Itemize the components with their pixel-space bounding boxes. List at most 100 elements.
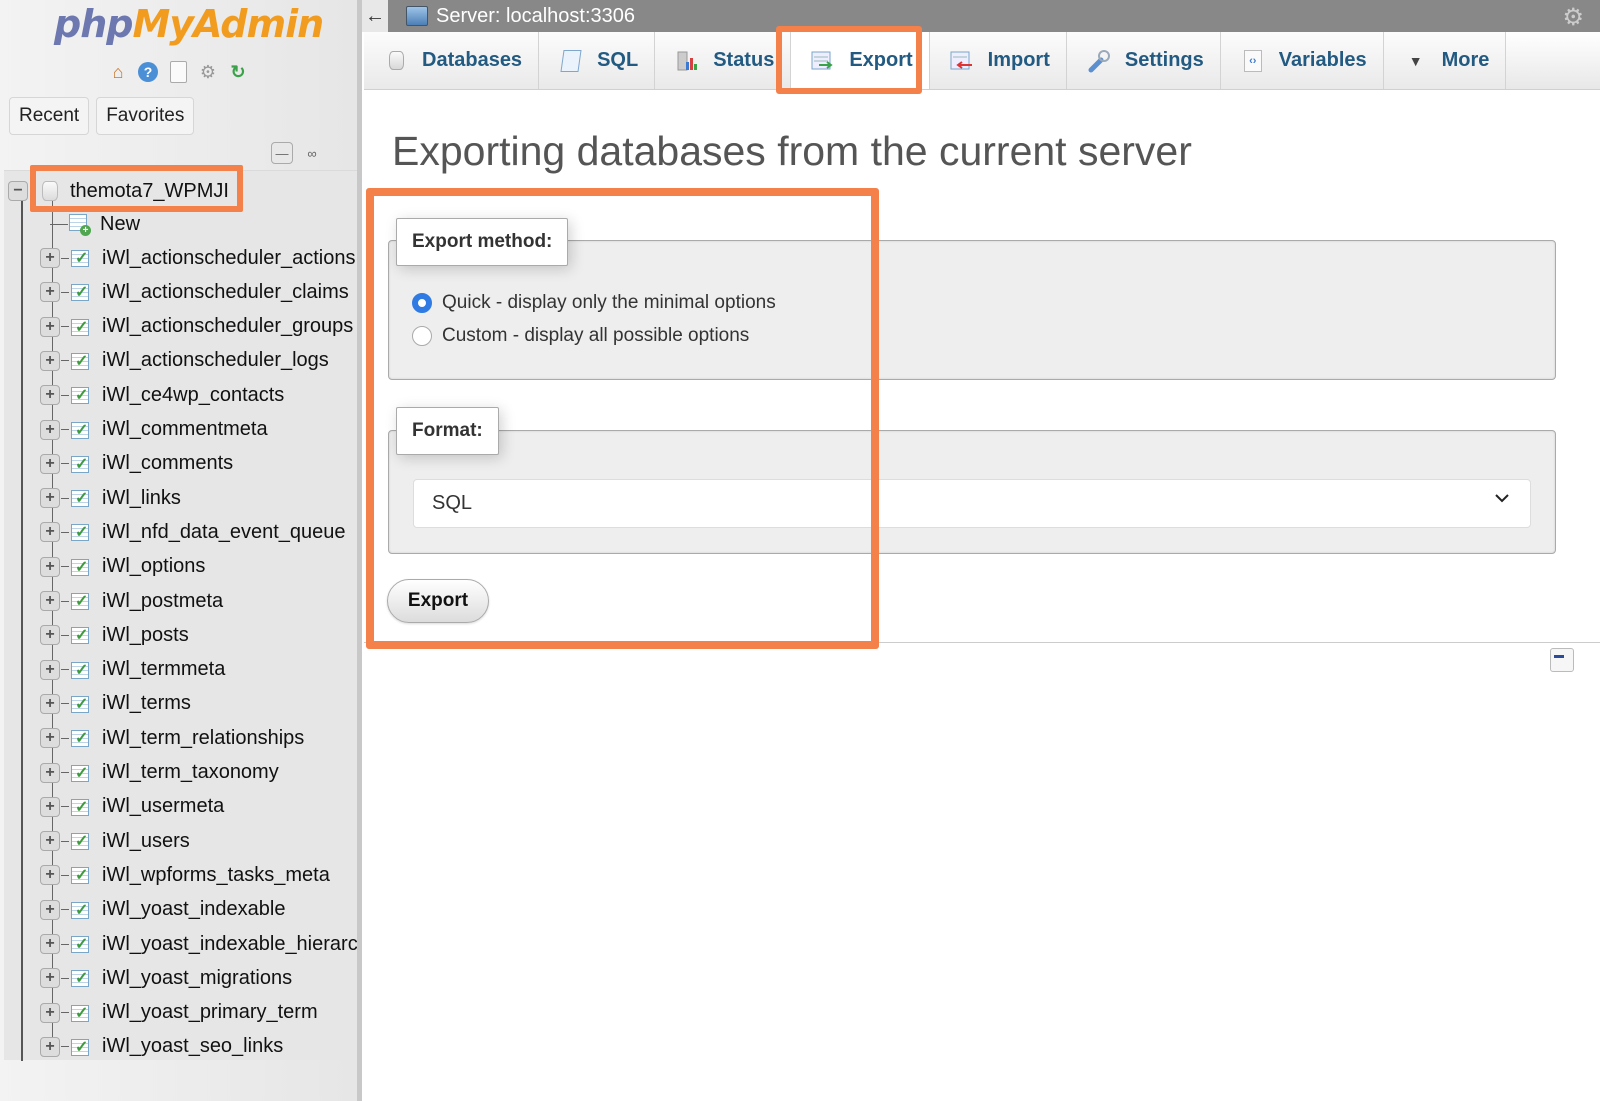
page-settings-icon[interactable]: ⚙ [1562, 3, 1584, 32]
expand-icon[interactable]: + [40, 419, 60, 440]
expand-icon[interactable]: + [40, 350, 60, 371]
recent-tab[interactable]: Recent [9, 97, 90, 135]
table-item[interactable]: + ✓ iWl_actionscheduler_claims [40, 275, 349, 309]
table-item[interactable]: + ✓ iWl_comments [40, 447, 233, 481]
table-item[interactable]: + ✓ iWl_wpforms_tasks_meta [40, 858, 330, 892]
expand-icon[interactable]: + [40, 522, 60, 543]
table-item[interactable]: + ✓ iWl_commentmeta [40, 413, 268, 447]
expand-icon[interactable]: + [40, 556, 60, 577]
table-item[interactable]: + ✓ iWl_term_relationships [40, 721, 304, 755]
table-item[interactable]: + ✓ iWl_actionscheduler_logs [40, 344, 329, 378]
link-icon[interactable]: ∞ [301, 142, 323, 164]
tree-line [21, 201, 23, 1061]
table-item[interactable]: + ✓ iWl_terms [40, 687, 191, 721]
format-select[interactable]: SQL [413, 479, 1531, 528]
table-name: iWl_actionscheduler_logs [102, 349, 329, 372]
phpmyadmin-logo[interactable]: phpMyAdmin [54, 2, 324, 46]
expand-icon[interactable]: + [40, 899, 60, 920]
table-item[interactable]: + ✓ iWl_yoast_migrations [40, 961, 292, 995]
main-tabs: Databases SQL Status Export Import Setti… [364, 32, 1600, 90]
wrench-icon [1087, 49, 1111, 73]
tab-more[interactable]: ▼ More [1383, 32, 1507, 89]
expand-icon[interactable]: + [40, 831, 60, 852]
table-item[interactable]: + ✓ iWl_yoast_seo_links [40, 1030, 283, 1064]
radio-button[interactable] [412, 326, 432, 346]
expand-icon[interactable]: + [40, 248, 60, 268]
table-icon: ✓ [71, 488, 93, 508]
table-icon: ✓ [71, 522, 93, 542]
table-item[interactable]: + ✓ iWl_termmeta [40, 653, 225, 687]
server-breadcrumb[interactable]: Server: localhost:3306 [436, 5, 635, 28]
expand-icon[interactable]: + [40, 1002, 60, 1023]
tab-settings[interactable]: Settings [1066, 32, 1221, 89]
home-icon[interactable]: ⌂ [106, 60, 130, 84]
expand-icon[interactable]: + [40, 453, 60, 474]
table-item[interactable]: + ✓ iWl_links [40, 481, 181, 515]
radio-quick[interactable]: Quick - display only the minimal options [412, 292, 776, 314]
table-icon: ✓ [71, 282, 93, 302]
table-item[interactable]: + ✓ iWl_yoast_indexable [40, 893, 285, 927]
expand-icon[interactable]: + [40, 385, 60, 406]
tab-status[interactable]: Status [655, 32, 792, 89]
table-name: iWl_yoast_indexable [102, 898, 286, 921]
table-item[interactable]: + ✓ iWl_actionscheduler_actions [40, 241, 355, 275]
radio-button-checked[interactable] [412, 293, 432, 313]
docs-icon[interactable] [166, 60, 190, 84]
expand-icon[interactable]: + [40, 968, 60, 989]
divider [364, 642, 1600, 643]
table-item[interactable]: + ✓ iWl_yoast_indexable_hierarchy [40, 927, 357, 961]
table-item[interactable]: + ✓ iWl_posts [40, 618, 189, 652]
collapse-icon[interactable]: − [8, 181, 28, 201]
tab-databases[interactable]: Databases [364, 32, 540, 89]
format-legend: Format: [396, 407, 499, 455]
expand-icon[interactable]: + [40, 693, 60, 714]
expand-icon[interactable]: + [40, 625, 60, 646]
table-name: iWl_links [102, 486, 181, 509]
table-icon: ✓ [71, 248, 93, 268]
expand-icon[interactable]: + [40, 934, 60, 954]
table-icon: ✓ [71, 934, 93, 954]
table-name: iWl_yoast_migrations [102, 966, 293, 989]
tab-variables[interactable]: ‹› Variables [1220, 32, 1384, 89]
collapse-sidebar-button[interactable]: ← [362, 0, 388, 32]
expand-icon[interactable]: + [40, 488, 60, 509]
collapse-all-icon[interactable]: — [271, 142, 293, 164]
table-icon: ✓ [71, 1003, 93, 1023]
table-item[interactable]: + ✓ iWl_options [40, 550, 205, 584]
table-item[interactable]: + ✓ iWl_term_taxonomy [40, 756, 279, 790]
table-item[interactable]: + ✓ iWl_usermeta [40, 790, 224, 824]
table-name: iWl_posts [102, 623, 189, 646]
table-name: iWl_yoast_primary_term [102, 1001, 318, 1024]
table-item[interactable]: + ✓ iWl_postmeta [40, 584, 223, 618]
database-name[interactable]: themota7_WPMJI [70, 180, 229, 203]
expand-icon[interactable]: + [40, 796, 60, 817]
table-item[interactable]: + ✓ iWl_ce4wp_contacts [40, 378, 284, 412]
tab-import[interactable]: Import [929, 32, 1067, 89]
tab-export[interactable]: Export [791, 32, 930, 89]
table-item[interactable]: + ✓ iWl_users [40, 824, 190, 858]
table-name: iWl_term_taxonomy [102, 761, 279, 783]
expand-icon[interactable]: + [40, 728, 60, 749]
favorites-tab[interactable]: Favorites [96, 97, 195, 135]
table-icon: ✓ [71, 454, 93, 474]
table-item[interactable]: + ✓ iWl_yoast_primary_term [40, 996, 318, 1030]
expand-icon[interactable]: + [40, 316, 60, 337]
expand-icon[interactable]: + [40, 659, 60, 680]
sql-icon [559, 49, 583, 73]
settings-icon[interactable]: ⚙ [196, 60, 220, 84]
reload-icon[interactable]: ↻ [226, 60, 250, 84]
expand-icon[interactable]: + [40, 762, 60, 783]
console-toggle-icon[interactable] [1550, 648, 1574, 672]
table-item[interactable]: + ✓ iWl_actionscheduler_groups [40, 310, 353, 344]
tree-controls: — ∞ [271, 142, 323, 164]
table-item[interactable]: + ✓ iWl_nfd_data_event_queue [40, 515, 346, 549]
expand-icon[interactable]: + [40, 1036, 60, 1057]
tab-sql[interactable]: SQL [539, 32, 656, 89]
expand-icon[interactable]: + [40, 591, 60, 611]
expand-icon[interactable]: + [40, 282, 60, 303]
new-table-item[interactable]: + New [49, 207, 140, 241]
help-icon[interactable]: ? [136, 60, 160, 84]
expand-icon[interactable]: + [40, 865, 60, 886]
radio-custom[interactable]: Custom - display all possible options [412, 325, 749, 347]
export-button[interactable]: Export [387, 579, 489, 623]
